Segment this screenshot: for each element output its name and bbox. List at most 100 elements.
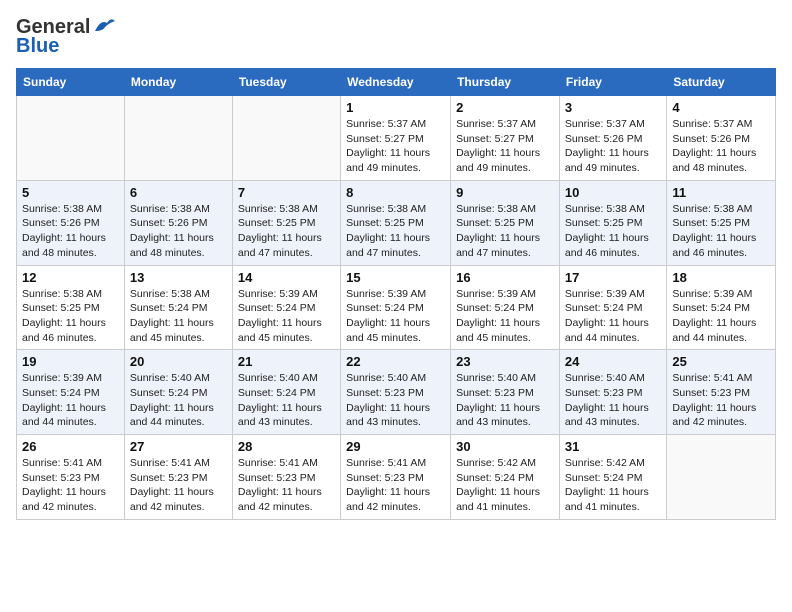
column-header-friday: Friday (559, 69, 666, 96)
calendar-cell (232, 96, 340, 181)
day-info: Sunrise: 5:38 AMSunset: 5:26 PMDaylight:… (22, 202, 119, 261)
calendar-week-row: 5Sunrise: 5:38 AMSunset: 5:26 PMDaylight… (17, 180, 776, 265)
column-header-tuesday: Tuesday (232, 69, 340, 96)
calendar-cell: 8 Sunrise: 5:38 AMSunset: 5:25 PMDaylight… (341, 180, 451, 265)
day-number: 22 (346, 354, 445, 369)
day-number: 17 (565, 270, 661, 285)
day-number: 15 (346, 270, 445, 285)
day-info: Sunrise: 5:41 AMSunset: 5:23 PMDaylight:… (22, 456, 119, 515)
calendar-cell (667, 435, 776, 520)
day-number: 4 (672, 100, 770, 115)
day-info: Sunrise: 5:38 AMSunset: 5:25 PMDaylight:… (672, 202, 770, 261)
calendar-cell: 31 Sunrise: 5:42 AMSunset: 5:24 PMDayligh… (559, 435, 666, 520)
day-info: Sunrise: 5:40 AMSunset: 5:23 PMDaylight:… (456, 371, 554, 430)
day-info: Sunrise: 5:37 AMSunset: 5:27 PMDaylight:… (346, 117, 445, 176)
day-number: 3 (565, 100, 661, 115)
column-header-wednesday: Wednesday (341, 69, 451, 96)
calendar-cell: 6 Sunrise: 5:38 AMSunset: 5:26 PMDaylight… (124, 180, 232, 265)
day-info: Sunrise: 5:40 AMSunset: 5:24 PMDaylight:… (238, 371, 335, 430)
calendar-cell: 2Sunrise: 5:37 AMSunset: 5:27 PMDaylight… (451, 96, 560, 181)
calendar-cell: 16Sunrise: 5:39 AMSunset: 5:24 PMDayligh… (451, 265, 560, 350)
calendar-cell: 27Sunrise: 5:41 AMSunset: 5:23 PMDayligh… (124, 435, 232, 520)
calendar-cell: 30 Sunrise: 5:42 AMSunset: 5:24 PMDayligh… (451, 435, 560, 520)
calendar-week-row: 19 Sunrise: 5:39 AMSunset: 5:24 PMDayligh… (17, 350, 776, 435)
day-info: Sunrise: 5:38 AMSunset: 5:24 PMDaylight:… (130, 287, 227, 346)
calendar-cell: 20Sunrise: 5:40 AMSunset: 5:24 PMDayligh… (124, 350, 232, 435)
day-info: Sunrise: 5:39 AMSunset: 5:24 PMDaylight:… (346, 287, 445, 346)
column-header-thursday: Thursday (451, 69, 560, 96)
day-info: Sunrise: 5:38 AMSunset: 5:25 PMDaylight:… (456, 202, 554, 261)
day-number: 19 (22, 354, 119, 369)
day-number: 18 (672, 270, 770, 285)
day-number: 23 (456, 354, 554, 369)
day-info: Sunrise: 5:40 AMSunset: 5:23 PMDaylight:… (565, 371, 661, 430)
day-number: 29 (346, 439, 445, 454)
calendar-cell: 26 Sunrise: 5:41 AMSunset: 5:23 PMDayligh… (17, 435, 125, 520)
logo-blue-text: Blue (16, 35, 59, 58)
calendar-cell (124, 96, 232, 181)
day-info: Sunrise: 5:39 AMSunset: 5:24 PMDaylight:… (672, 287, 770, 346)
calendar-cell: 13 Sunrise: 5:38 AMSunset: 5:24 PMDayligh… (124, 265, 232, 350)
day-info: Sunrise: 5:42 AMSunset: 5:24 PMDaylight:… (456, 456, 554, 515)
day-info: Sunrise: 5:39 AMSunset: 5:24 PMDaylight:… (22, 371, 119, 430)
day-number: 13 (130, 270, 227, 285)
day-info: Sunrise: 5:38 AMSunset: 5:25 PMDaylight:… (565, 202, 661, 261)
calendar-cell: 21 Sunrise: 5:40 AMSunset: 5:24 PMDayligh… (232, 350, 340, 435)
day-number: 10 (565, 185, 661, 200)
day-number: 2 (456, 100, 554, 115)
column-header-sunday: Sunday (17, 69, 125, 96)
calendar-cell: 22 Sunrise: 5:40 AMSunset: 5:23 PMDayligh… (341, 350, 451, 435)
logo-bird-icon (93, 17, 115, 35)
calendar-cell (17, 96, 125, 181)
calendar-cell: 14Sunrise: 5:39 AMSunset: 5:24 PMDayligh… (232, 265, 340, 350)
day-number: 24 (565, 354, 661, 369)
calendar-cell: 29 Sunrise: 5:41 AMSunset: 5:23 PMDayligh… (341, 435, 451, 520)
logo: General Blue (16, 16, 115, 58)
day-number: 6 (130, 185, 227, 200)
calendar-cell: 12 Sunrise: 5:38 AMSunset: 5:25 PMDayligh… (17, 265, 125, 350)
day-info: Sunrise: 5:37 AMSunset: 5:26 PMDaylight:… (565, 117, 661, 176)
day-number: 11 (672, 185, 770, 200)
day-info: Sunrise: 5:38 AMSunset: 5:26 PMDaylight:… (130, 202, 227, 261)
calendar-cell: 19 Sunrise: 5:39 AMSunset: 5:24 PMDayligh… (17, 350, 125, 435)
calendar-week-row: 12 Sunrise: 5:38 AMSunset: 5:25 PMDayligh… (17, 265, 776, 350)
calendar-header-row: SundayMondayTuesdayWednesdayThursdayFrid… (17, 69, 776, 96)
day-info: Sunrise: 5:39 AMSunset: 5:24 PMDaylight:… (456, 287, 554, 346)
calendar-cell: 25Sunrise: 5:41 AMSunset: 5:23 PMDayligh… (667, 350, 776, 435)
calendar-cell: 10 Sunrise: 5:38 AMSunset: 5:25 PMDayligh… (559, 180, 666, 265)
day-number: 7 (238, 185, 335, 200)
calendar-table: SundayMondayTuesdayWednesdayThursdayFrid… (16, 68, 776, 520)
column-header-saturday: Saturday (667, 69, 776, 96)
day-info: Sunrise: 5:38 AMSunset: 5:25 PMDaylight:… (346, 202, 445, 261)
day-number: 9 (456, 185, 554, 200)
day-number: 1 (346, 100, 445, 115)
day-info: Sunrise: 5:38 AMSunset: 5:25 PMDaylight:… (238, 202, 335, 261)
day-number: 31 (565, 439, 661, 454)
column-header-monday: Monday (124, 69, 232, 96)
day-number: 12 (22, 270, 119, 285)
day-number: 26 (22, 439, 119, 454)
day-info: Sunrise: 5:40 AMSunset: 5:23 PMDaylight:… (346, 371, 445, 430)
calendar-cell: 7 Sunrise: 5:38 AMSunset: 5:25 PMDaylight… (232, 180, 340, 265)
calendar-cell: 28Sunrise: 5:41 AMSunset: 5:23 PMDayligh… (232, 435, 340, 520)
day-number: 30 (456, 439, 554, 454)
day-info: Sunrise: 5:42 AMSunset: 5:24 PMDaylight:… (565, 456, 661, 515)
page-header: General Blue (16, 16, 776, 58)
calendar-cell: 5Sunrise: 5:38 AMSunset: 5:26 PMDaylight… (17, 180, 125, 265)
day-info: Sunrise: 5:39 AMSunset: 5:24 PMDaylight:… (565, 287, 661, 346)
day-info: Sunrise: 5:38 AMSunset: 5:25 PMDaylight:… (22, 287, 119, 346)
calendar-cell: 11 Sunrise: 5:38 AMSunset: 5:25 PMDayligh… (667, 180, 776, 265)
calendar-week-row: 26 Sunrise: 5:41 AMSunset: 5:23 PMDayligh… (17, 435, 776, 520)
calendar-cell: 18 Sunrise: 5:39 AMSunset: 5:24 PMDayligh… (667, 265, 776, 350)
day-number: 20 (130, 354, 227, 369)
day-info: Sunrise: 5:41 AMSunset: 5:23 PMDaylight:… (346, 456, 445, 515)
day-info: Sunrise: 5:39 AMSunset: 5:24 PMDaylight:… (238, 287, 335, 346)
day-number: 25 (672, 354, 770, 369)
calendar-cell: 23 Sunrise: 5:40 AMSunset: 5:23 PMDayligh… (451, 350, 560, 435)
calendar-cell: 1 Sunrise: 5:37 AMSunset: 5:27 PMDaylight… (341, 96, 451, 181)
calendar-week-row: 1 Sunrise: 5:37 AMSunset: 5:27 PMDaylight… (17, 96, 776, 181)
day-number: 21 (238, 354, 335, 369)
calendar-cell: 4Sunrise: 5:37 AMSunset: 5:26 PMDaylight… (667, 96, 776, 181)
calendar-cell: 24 Sunrise: 5:40 AMSunset: 5:23 PMDayligh… (559, 350, 666, 435)
day-number: 8 (346, 185, 445, 200)
